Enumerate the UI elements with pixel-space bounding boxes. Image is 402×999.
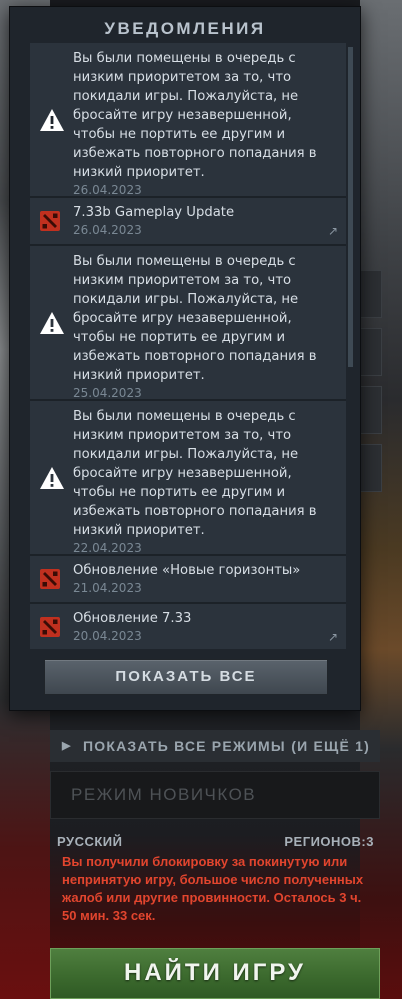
notifications-scrollbar[interactable] — [348, 47, 353, 367]
notification-text: Вы были помещены в очередь с низким прио… — [73, 254, 317, 383]
regions-selector[interactable]: РЕГИОНОВ:3 — [284, 834, 374, 849]
dota-logo-icon — [40, 569, 60, 589]
notification-date: 21.04.2023 — [73, 581, 142, 595]
background-party-slots — [360, 270, 382, 502]
notification-text: 7.33b Gameplay Update — [73, 205, 235, 220]
notification-item[interactable]: 7.33b Gameplay Update 26.04.2023 ↗ — [30, 198, 346, 246]
notification-item[interactable]: Обновление 7.33 20.04.2023 ↗ — [30, 604, 346, 649]
party-slot — [360, 386, 382, 434]
party-slot — [360, 270, 382, 318]
game-mode-newbie[interactable]: РЕЖИМ НОВИЧКОВ — [50, 771, 380, 819]
language-selector[interactable]: РУССКИЙ — [57, 834, 123, 849]
notification-item[interactable]: Вы были помещены в очередь с низким прио… — [30, 43, 346, 198]
notification-item[interactable]: Вы были помещены в очередь с низким прио… — [30, 246, 346, 401]
show-all-modes-label: ПОКАЗАТЬ ВСЕ РЕЖИМЫ — [83, 738, 286, 754]
notifications-title: УВЕДОМЛЕНИЯ — [104, 19, 266, 38]
party-slot — [360, 444, 382, 492]
show-all-modes-toggle[interactable]: ▶ ПОКАЗАТЬ ВСЕ РЕЖИМЫ (И ЕЩЁ 1) — [50, 730, 380, 762]
dota-logo-icon — [40, 211, 60, 231]
notification-text: Вы были помещены в очередь с низким прио… — [73, 51, 317, 180]
external-link-icon[interactable]: ↗ — [328, 224, 338, 238]
notification-text: Обновление «Новые горизонты» — [73, 563, 301, 578]
notification-item[interactable]: Вы были помещены в очередь с низким прио… — [30, 401, 346, 556]
notifications-list[interactable]: Вы были помещены в очередь с низким прио… — [30, 43, 354, 649]
party-slot — [360, 328, 382, 376]
warning-icon — [40, 311, 64, 334]
warning-icon — [40, 466, 64, 489]
external-link-icon[interactable]: ↗ — [328, 630, 338, 644]
notification-date: 26.04.2023 — [73, 223, 142, 237]
warning-icon — [40, 108, 64, 131]
notification-text: Вы были помещены в очередь с низким прио… — [73, 409, 317, 538]
matchmaking-ban-message: Вы получили блокировку за покинутую или … — [62, 854, 364, 923]
show-all-button[interactable]: ПОКАЗАТЬ ВСЕ — [44, 659, 328, 695]
notification-text: Обновление 7.33 — [73, 611, 192, 626]
dota-logo-icon — [40, 617, 60, 637]
notification-item[interactable]: Обновление «Новые горизонты» 21.04.2023 — [30, 556, 346, 604]
expand-triangle-icon: ▶ — [62, 740, 72, 752]
notification-date: 22.04.2023 — [73, 541, 142, 555]
find-game-button[interactable]: НАЙТИ ИГРУ — [50, 948, 380, 999]
more-modes-count: (И ЕЩЁ 1) — [291, 738, 370, 754]
notifications-panel: УВЕДОМЛЕНИЯ Вы были помещены в очередь с… — [9, 6, 361, 711]
notification-date: 26.04.2023 — [73, 183, 142, 197]
notification-date: 20.04.2023 — [73, 629, 142, 643]
notification-date: 25.04.2023 — [73, 386, 142, 400]
